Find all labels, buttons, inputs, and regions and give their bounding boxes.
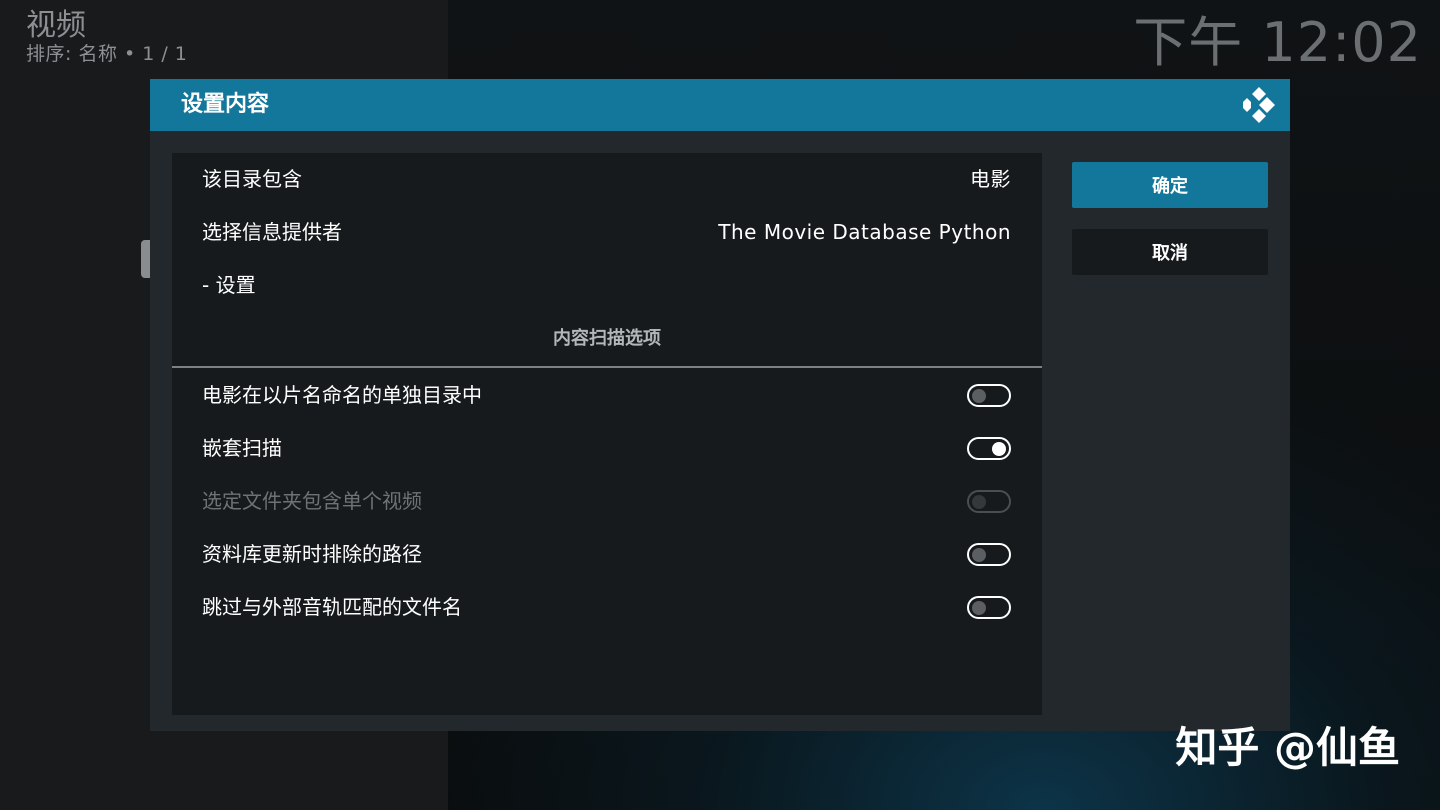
watermark: 知乎 @仙鱼 xyxy=(1175,723,1400,772)
toggle-row-separate-folders[interactable]: 电影在以片名命名的单独目录中 xyxy=(172,369,1042,421)
setting-provider-settings[interactable]: - 设置 xyxy=(172,259,1042,311)
toggle-label: 资料库更新时排除的路径 xyxy=(202,542,422,566)
ok-button[interactable]: 确定 xyxy=(1072,162,1268,208)
toggle-label: 跳过与外部音轨匹配的文件名 xyxy=(202,595,462,619)
setting-label: 该目录包含 xyxy=(202,167,302,191)
setting-label: - 设置 xyxy=(202,273,256,297)
settings-list: 该目录包含 电影 选择信息提供者 The Movie Database Pyth… xyxy=(172,153,1042,715)
window-title: 视频 xyxy=(26,8,86,43)
cancel-button[interactable]: 取消 xyxy=(1072,229,1268,275)
toggle-knob xyxy=(972,494,986,509)
toggle-switch xyxy=(967,490,1011,513)
dialog-header: 设置内容 xyxy=(150,79,1290,131)
toggle-switch[interactable] xyxy=(967,596,1011,619)
section-divider xyxy=(172,366,1042,368)
setting-label: 选择信息提供者 xyxy=(202,220,342,244)
toggle-knob xyxy=(972,388,986,403)
toggle-knob xyxy=(972,547,986,562)
toggle-row-skip-audio-match[interactable]: 跳过与外部音轨匹配的文件名 xyxy=(172,581,1042,633)
setting-value: The Movie Database Python xyxy=(718,220,1011,244)
setting-info-provider[interactable]: 选择信息提供者 The Movie Database Python xyxy=(172,206,1042,258)
toggle-row-single-video: 选定文件夹包含单个视频 xyxy=(172,475,1042,527)
toggle-knob xyxy=(992,441,1006,456)
toggle-row-exclude-paths[interactable]: 资料库更新时排除的路径 xyxy=(172,528,1042,580)
screen: 视频 排序: 名称 • 1 / 1 下午 12:02 设置内容 该目录包含 电影… xyxy=(0,0,1440,810)
set-content-dialog: 设置内容 该目录包含 电影 选择信息提供者 The Movie Database… xyxy=(150,79,1290,731)
setting-directory-contains[interactable]: 该目录包含 电影 xyxy=(172,153,1042,205)
toggle-switch[interactable] xyxy=(967,437,1011,460)
toggle-label: 电影在以片名命名的单独目录中 xyxy=(202,383,482,407)
toggle-row-recursive-scan[interactable]: 嵌套扫描 xyxy=(172,422,1042,474)
sort-info: 排序: 名称 • 1 / 1 xyxy=(26,43,188,65)
clock: 下午 12:02 xyxy=(1133,11,1422,74)
toggle-label: 嵌套扫描 xyxy=(202,436,282,460)
setting-value: 电影 xyxy=(970,167,1011,191)
dialog-title: 设置内容 xyxy=(181,92,270,117)
toggle-switch[interactable] xyxy=(967,543,1011,566)
kodi-logo-icon xyxy=(1243,87,1275,123)
toggle-knob xyxy=(972,600,986,615)
toggle-label: 选定文件夹包含单个视频 xyxy=(202,489,422,513)
section-title: 内容扫描选项 xyxy=(553,328,661,349)
toggle-switch[interactable] xyxy=(967,384,1011,407)
